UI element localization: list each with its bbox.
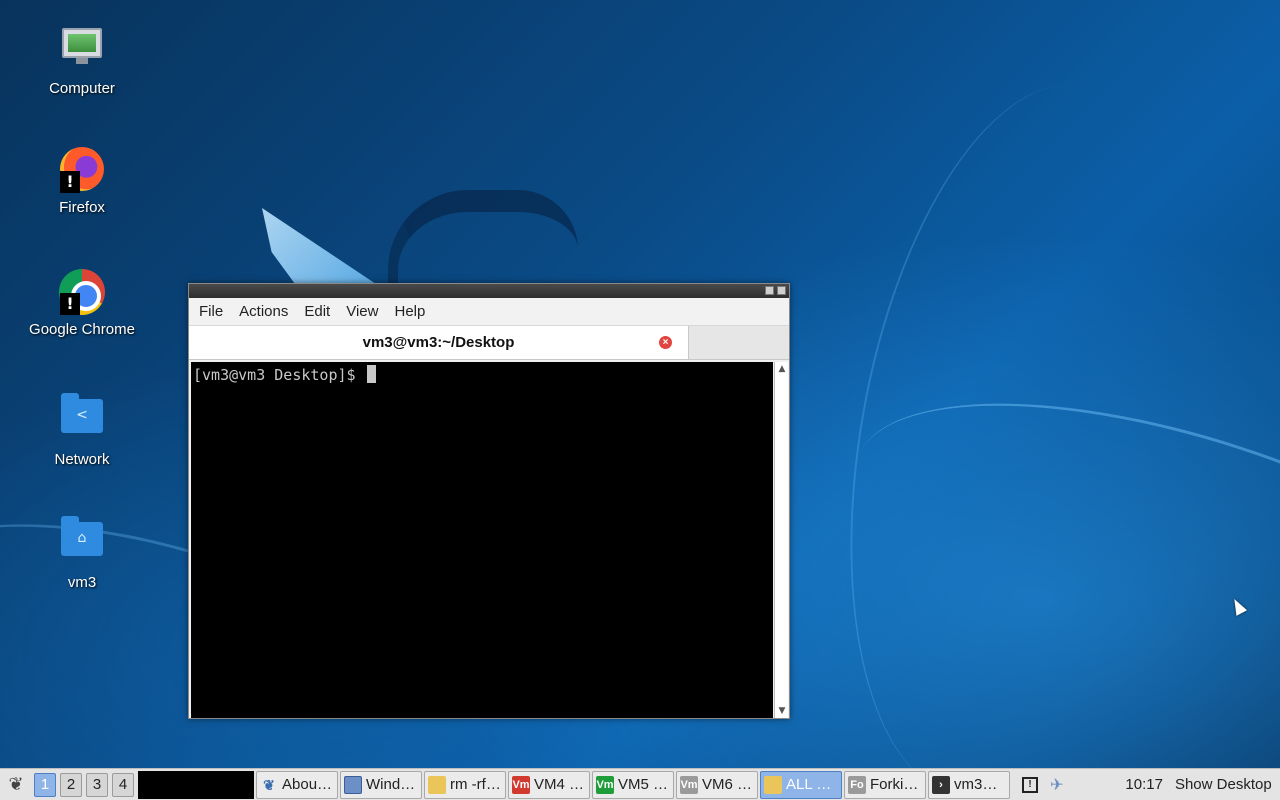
task-label: Wind… bbox=[366, 776, 416, 793]
desktop-icon-label: Network bbox=[54, 451, 110, 468]
vm-icon: Vm bbox=[680, 775, 698, 794]
desktop-icon-label: Firefox bbox=[59, 199, 105, 216]
task-terminal[interactable]: › vm3… bbox=[928, 770, 1010, 799]
taskbar: ❦ 1 2 3 4 ❦ Abou… Wind… rm -rf… Vm VM4 …… bbox=[0, 768, 1280, 800]
desktop-icon-network[interactable]: < Network bbox=[18, 391, 146, 468]
task-vm6[interactable]: Vm VM6 … bbox=[676, 770, 758, 799]
menu-bar: File Actions Edit View Help bbox=[189, 298, 789, 326]
terminal-icon: › bbox=[932, 775, 950, 794]
menu-file[interactable]: File bbox=[199, 303, 223, 320]
vm-icon: Vm bbox=[512, 775, 530, 794]
close-tab-icon[interactable]: × bbox=[659, 336, 672, 349]
task-label: VM6 … bbox=[702, 776, 753, 793]
menu-view[interactable]: View bbox=[346, 303, 378, 320]
desktop-icon-home[interactable]: ⌂ vm3 bbox=[18, 514, 146, 591]
window-titlebar[interactable] bbox=[189, 284, 789, 298]
computer-icon bbox=[58, 28, 106, 76]
menu-actions[interactable]: Actions bbox=[239, 303, 288, 320]
scroll-up-icon[interactable]: ▲ bbox=[776, 363, 788, 375]
tab-bar: vm3@vm3:~/Desktop × bbox=[189, 326, 789, 360]
task-label: VM4 … bbox=[534, 776, 585, 793]
show-desktop-button[interactable]: Show Desktop bbox=[1175, 776, 1272, 793]
task-label: Abou… bbox=[282, 776, 333, 793]
system-tray: ! ✈ bbox=[1022, 775, 1063, 795]
taskbar-spacer bbox=[138, 770, 254, 799]
desktop-icon-label: Computer bbox=[49, 80, 115, 97]
warning-icon: ! bbox=[60, 293, 80, 315]
tab-terminal[interactable]: vm3@vm3:~/Desktop × bbox=[189, 326, 689, 359]
desktop-icon-computer[interactable]: Computer bbox=[18, 22, 146, 97]
wallpaper-bird-head bbox=[388, 190, 578, 290]
task-about[interactable]: ❦ Abou… bbox=[256, 770, 338, 799]
desktop-icon-chrome[interactable]: ! Google Chrome bbox=[18, 268, 146, 338]
network-folder-icon: < bbox=[58, 393, 106, 447]
app-menu-icon: ❦ bbox=[8, 774, 24, 794]
task-all[interactable]: ALL … bbox=[760, 770, 842, 799]
tab-title: vm3@vm3:~/Desktop bbox=[362, 334, 515, 351]
terminal-window[interactable]: File Actions Edit View Help vm3@vm3:~/De… bbox=[188, 283, 790, 719]
notification-icon[interactable]: ! bbox=[1022, 776, 1038, 793]
terminal-output[interactable]: [vm3@vm3 Desktop]$ bbox=[191, 362, 773, 718]
wallpaper-swoosh bbox=[799, 57, 1241, 800]
mouse-pointer-icon bbox=[1228, 596, 1248, 616]
task-label: ALL … bbox=[786, 776, 832, 793]
vm-icon: Vm bbox=[596, 775, 614, 794]
window-icon bbox=[344, 775, 362, 794]
network-status-icon[interactable]: ✈ bbox=[1050, 775, 1063, 795]
workspace-2[interactable]: 2 bbox=[60, 772, 82, 797]
desktop-icon-firefox[interactable]: ! Firefox bbox=[18, 145, 146, 216]
close-window-button[interactable] bbox=[777, 286, 786, 295]
menu-help[interactable]: Help bbox=[394, 303, 425, 320]
desktop-icon-label: Google Chrome bbox=[29, 321, 135, 338]
warning-icon: ! bbox=[60, 171, 80, 193]
clock[interactable]: 10:17 bbox=[1125, 776, 1163, 793]
workspace-3[interactable]: 3 bbox=[86, 772, 108, 797]
workspace-1[interactable]: 1 bbox=[34, 772, 56, 797]
task-label: Forki… bbox=[870, 776, 919, 793]
chrome-icon: ! bbox=[58, 269, 106, 317]
home-folder-icon: ⌂ bbox=[58, 516, 106, 570]
task-label: rm -rf… bbox=[450, 776, 501, 793]
shell-prompt: [vm3@vm3 Desktop]$ bbox=[193, 366, 356, 384]
terminal-scrollbar[interactable]: ▲ ▼ bbox=[774, 362, 788, 718]
about-icon: ❦ bbox=[263, 776, 275, 793]
folder-icon bbox=[764, 775, 782, 794]
task-window[interactable]: Wind… bbox=[340, 770, 422, 799]
task-vm4[interactable]: Vm VM4 … bbox=[508, 770, 590, 799]
scroll-down-icon[interactable]: ▼ bbox=[776, 705, 788, 717]
task-forking[interactable]: Fo Forki… bbox=[844, 770, 926, 799]
maximize-button[interactable] bbox=[765, 286, 774, 295]
desktop-icon-label: vm3 bbox=[67, 574, 97, 591]
folder-icon bbox=[428, 775, 446, 794]
menu-edit[interactable]: Edit bbox=[304, 303, 330, 320]
task-rm-rf[interactable]: rm -rf… bbox=[424, 770, 506, 799]
firefox-icon: ! bbox=[58, 147, 106, 195]
workspace-4[interactable]: 4 bbox=[112, 772, 134, 797]
task-vm5[interactable]: Vm VM5 … bbox=[592, 770, 674, 799]
fo-icon: Fo bbox=[848, 775, 866, 794]
task-label: vm3… bbox=[954, 776, 998, 793]
text-cursor bbox=[366, 365, 376, 383]
start-menu-button[interactable]: ❦ bbox=[2, 771, 30, 799]
task-label: VM5 … bbox=[618, 776, 669, 793]
wallpaper-swoosh bbox=[817, 335, 1280, 800]
wallpaper-bird-wing bbox=[262, 208, 382, 288]
